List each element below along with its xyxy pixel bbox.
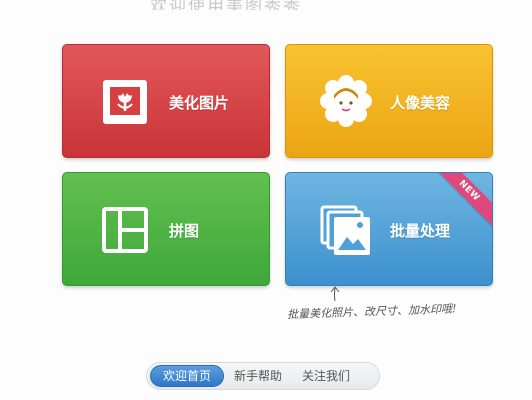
collage-tile[interactable]: 拼图 <box>62 172 270 286</box>
welcome-page: 欢迎使用美图秀秀 美化图片 人像美容 拼图 批量处理 NEW 批量美化照片、改尺… <box>0 0 532 400</box>
arrow-icon <box>327 286 343 306</box>
nav-follow-us[interactable]: 关注我们 <box>292 365 360 387</box>
tile-label: 拼图 <box>169 222 200 240</box>
batch-process-tile[interactable]: 批量处理 NEW <box>285 172 493 286</box>
portrait-beauty-tile[interactable]: 人像美容 <box>285 44 493 158</box>
nav-welcome-home[interactable]: 欢迎首页 <box>150 365 225 387</box>
photo-stack-icon <box>318 203 374 257</box>
flower-photo-icon <box>100 77 150 127</box>
bottom-nav: 欢迎首页 新手帮助 关注我们 <box>146 362 380 390</box>
page-title: 欢迎使用美图秀秀 <box>150 0 302 10</box>
new-badge: NEW <box>436 173 492 229</box>
face-icon <box>318 73 374 129</box>
beautify-photo-tile[interactable]: 美化图片 <box>62 44 270 158</box>
tile-label: 美化图片 <box>169 94 230 112</box>
nav-beginner-help[interactable]: 新手帮助 <box>224 365 292 387</box>
batch-hint-text: 批量美化照片、改尺寸、加水印哦! <box>286 302 457 322</box>
tile-label: 人像美容 <box>390 94 451 112</box>
collage-grid-icon <box>100 205 150 255</box>
new-ribbon: NEW <box>436 173 492 229</box>
